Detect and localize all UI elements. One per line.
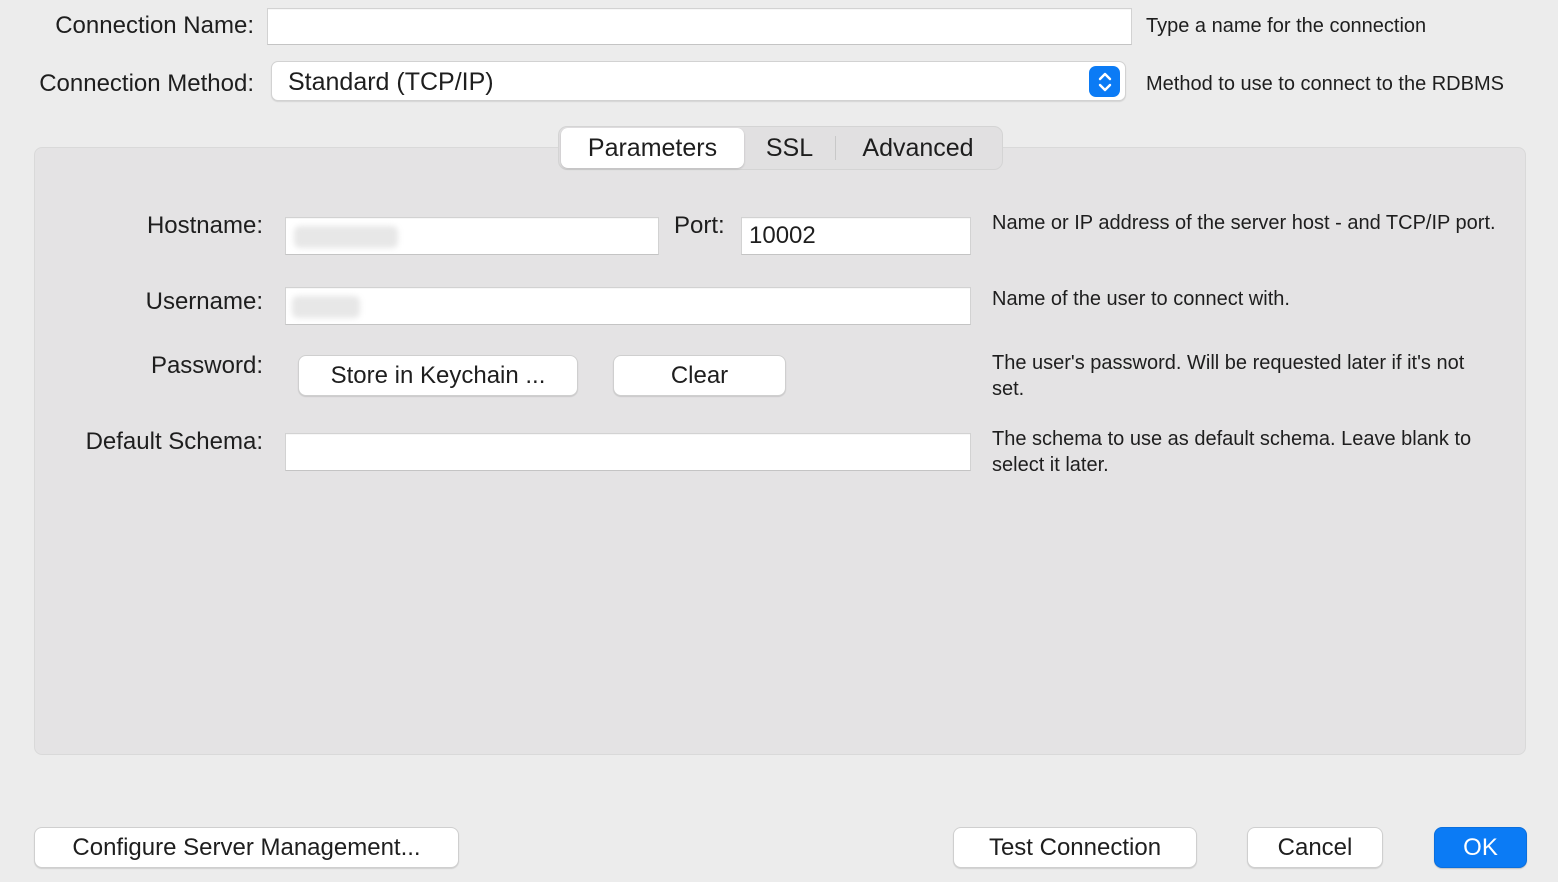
username-input[interactable] [285,287,971,325]
store-in-keychain-label: Store in Keychain ... [330,361,546,389]
port-input[interactable]: 10002 [741,217,971,255]
redacted-hostname [294,226,398,248]
connection-name-input[interactable] [267,8,1132,45]
username-label: Username: [145,288,263,315]
redacted-username [292,296,360,318]
test-connection-button[interactable]: Test Connection [953,827,1197,868]
default-schema-input[interactable] [285,433,971,471]
password-label: Password: [150,352,263,379]
store-in-keychain-button[interactable]: Store in Keychain ... [298,355,578,396]
connection-method-value: Standard (TCP/IP) [288,68,494,96]
connection-method-select[interactable]: Standard (TCP/IP) [271,61,1126,101]
connection-method-label: Connection Method: [39,70,254,97]
clear-password-label: Clear [670,361,729,389]
tab-advanced-label: Advanced [862,133,974,162]
connection-method-hint: Method to use to connect to the RDBMS [1146,73,1504,95]
select-stepper-icon[interactable] [1089,66,1120,97]
clear-password-button[interactable]: Clear [613,355,786,396]
ok-button[interactable]: OK [1434,827,1527,868]
cancel-label: Cancel [1277,833,1353,861]
host-port-hint: Name or IP address of the server host - … [992,212,1496,234]
connection-name-label: Connection Name: [55,12,254,39]
configure-server-management-label: Configure Server Management... [72,833,421,861]
connection-name-value [268,13,275,40]
port-label: Port: [674,212,725,239]
cancel-button[interactable]: Cancel [1247,827,1383,868]
default-schema-value [286,438,293,465]
username-hint: Name of the user to connect with. [992,288,1290,310]
tab-ssl[interactable]: SSL [744,128,835,168]
hostname-label: Hostname: [146,212,263,239]
tab-parameters[interactable]: Parameters [561,128,744,168]
password-hint: The user's password. Will be requested l… [992,352,1465,400]
tab-bar: Parameters SSL Advanced [558,126,1003,170]
tab-parameters-label: Parameters [587,133,718,162]
hostname-input[interactable] [285,217,659,255]
connection-name-hint: Type a name for the connection [1146,15,1427,37]
ok-label: OK [1463,833,1498,861]
configure-server-management-button[interactable]: Configure Server Management... [34,827,459,868]
test-connection-label: Test Connection [988,833,1162,861]
tab-ssl-label: SSL [765,133,814,162]
hostname-value [286,222,293,249]
default-schema-hint: The schema to use as default schema. Lea… [992,428,1472,476]
default-schema-label: Default Schema: [85,428,263,455]
port-value: 10002 [749,222,816,249]
tab-advanced[interactable]: Advanced [836,128,1000,168]
